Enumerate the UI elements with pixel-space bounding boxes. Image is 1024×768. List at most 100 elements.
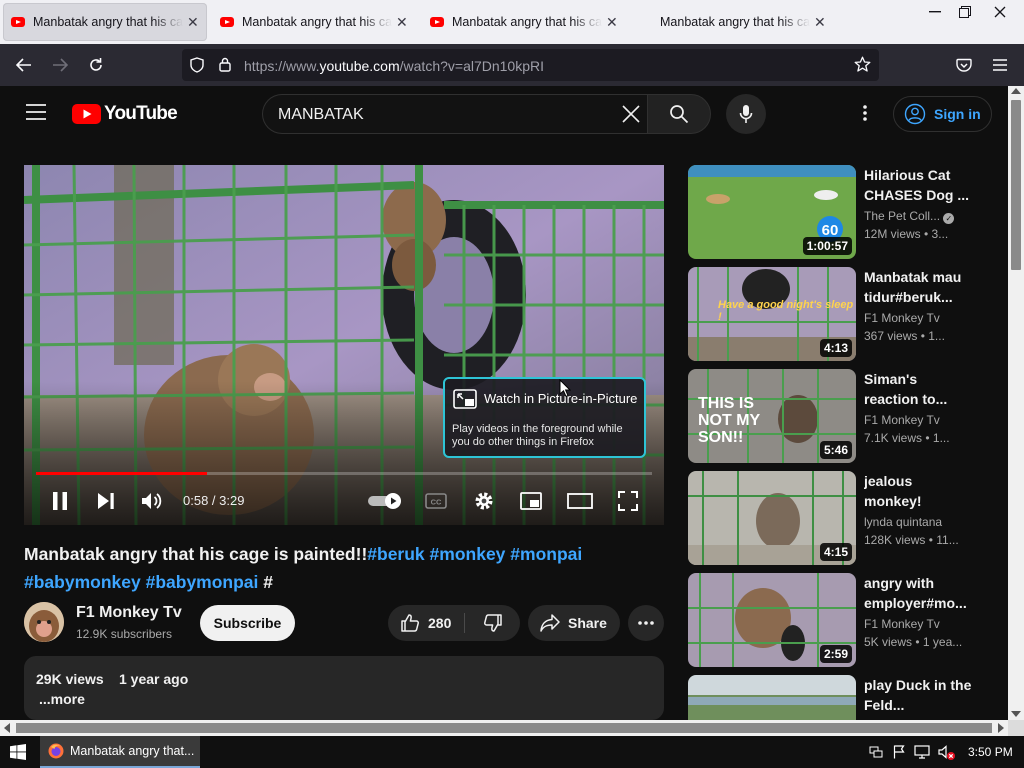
video-thumbnail[interactable]: Have a good night's sleep ! 4:13: [688, 267, 856, 361]
subscribe-button[interactable]: Subscribe: [200, 605, 295, 641]
guide-menu-icon[interactable]: [26, 104, 46, 125]
browser-tab-1[interactable]: Manbatak angry that his cage is painted …: [3, 3, 207, 41]
show-more-link[interactable]: ...more: [39, 691, 85, 707]
lock-icon[interactable]: [219, 57, 231, 77]
minimize-window-icon[interactable]: [918, 0, 952, 24]
video-thumbnail[interactable]: [688, 675, 856, 720]
miniplayer-icon[interactable]: [519, 489, 543, 513]
tab-title: Manbatak angry that his cage is painted: [660, 15, 810, 29]
close-window-icon[interactable]: [983, 0, 1017, 24]
browser-tab-2[interactable]: Manbatak angry that his cage is painted …: [212, 3, 416, 41]
recommended-channel[interactable]: lynda quintana: [864, 515, 964, 529]
action-center-flag-icon[interactable]: [893, 745, 905, 764]
channel-avatar[interactable]: [24, 602, 64, 642]
recommended-title[interactable]: Siman's reaction to...: [864, 369, 972, 409]
settings-more-icon[interactable]: [862, 104, 868, 127]
video-thumbnail[interactable]: THIS IS NOT MY SON!! 5:46: [688, 369, 856, 463]
hashtag-link[interactable]: #monpai: [510, 544, 582, 564]
hashtag-link[interactable]: #monkey: [430, 544, 506, 564]
video-thumbnail[interactable]: 2:59: [688, 573, 856, 667]
reload-icon[interactable]: [82, 52, 110, 78]
video-thumbnail[interactable]: 60 1:00:57: [688, 165, 856, 259]
recommended-channel[interactable]: The Pet Coll... ✓: [864, 209, 964, 224]
recommended-meta: 128K views • 11...: [864, 533, 959, 547]
browser-tab-3[interactable]: Manbatak angry that his cage is painted …: [422, 3, 626, 41]
youtube-logo[interactable]: YouTube: [72, 103, 178, 125]
recommended-video[interactable]: 4:15 jealous monkey! lynda quintana 128K…: [688, 471, 998, 565]
scroll-left-arrow-icon[interactable]: [4, 723, 10, 733]
volume-muted-icon[interactable]: [938, 745, 956, 766]
display-icon[interactable]: [914, 745, 930, 764]
network-icon[interactable]: [869, 745, 883, 764]
captions-icon[interactable]: CC: [424, 491, 448, 511]
close-tab-icon[interactable]: ✕: [814, 14, 826, 31]
browser-tab-4[interactable]: Manbatak angry that his cage is painted …: [652, 3, 842, 41]
volume-icon[interactable]: [140, 489, 164, 513]
search-input[interactable]: [278, 104, 608, 126]
video-progress-bar[interactable]: [36, 472, 652, 475]
horizontal-scroll-thumb[interactable]: [16, 723, 992, 733]
youtube-logo-text: YouTube: [104, 103, 178, 124]
sign-in-button[interactable]: Sign in: [893, 96, 992, 132]
recommended-video[interactable]: play Duck in the Feld...: [688, 675, 998, 720]
recommended-title[interactable]: jealous monkey!: [864, 471, 972, 511]
recommended-channel[interactable]: F1 Monkey Tv: [864, 617, 964, 631]
vertical-scroll-thumb[interactable]: [1011, 100, 1021, 270]
description-box[interactable]: 29K views 1 year ago ...more: [24, 656, 664, 720]
recommended-video[interactable]: 2:59 angry with employer#mo... F1 Monkey…: [688, 573, 998, 667]
like-button[interactable]: 280: [388, 605, 464, 641]
forward-icon[interactable]: [46, 52, 74, 78]
windows-start-icon[interactable]: [10, 744, 26, 765]
more-actions-button[interactable]: [628, 605, 664, 641]
recommended-title[interactable]: Hilarious Cat CHASES Dog ...: [864, 165, 972, 205]
scroll-up-arrow-icon[interactable]: [1011, 88, 1021, 94]
recommended-title[interactable]: Manbatak mau tidur#beruk...: [864, 267, 972, 307]
recommended-video[interactable]: Have a good night's sleep ! 4:13 Manbata…: [688, 267, 998, 361]
hashtag-link[interactable]: #: [263, 572, 273, 592]
next-video-icon[interactable]: [94, 489, 118, 513]
bookmark-star-icon[interactable]: [854, 56, 871, 78]
scrollbar-corner: [1008, 720, 1024, 736]
share-button[interactable]: Share: [528, 605, 620, 641]
search-button[interactable]: [647, 94, 711, 134]
verified-check-icon: ✓: [943, 213, 955, 224]
recommended-channel[interactable]: F1 Monkey Tv: [864, 413, 964, 427]
autoplay-toggle[interactable]: [368, 491, 404, 511]
settings-gear-icon[interactable]: [472, 489, 496, 513]
url-text: https://www.youtube.com/watch?v=al7Dn10k…: [244, 58, 544, 74]
recommended-video[interactable]: 60 1:00:57 Hilarious Cat CHASES Dog ... …: [688, 165, 998, 259]
recommended-video[interactable]: THIS IS NOT MY SON!! 5:46 Siman's reacti…: [688, 369, 998, 463]
hashtag-link[interactable]: #babymonpai: [146, 572, 259, 592]
video-thumbnail[interactable]: 4:15: [688, 471, 856, 565]
recommended-channel[interactable]: F1 Monkey Tv: [864, 311, 964, 325]
recommended-title[interactable]: play Duck in the Feld...: [864, 675, 972, 715]
close-tab-icon[interactable]: ✕: [606, 14, 618, 31]
vertical-scrollbar[interactable]: [1008, 86, 1024, 720]
hashtag-link[interactable]: #babymonkey: [24, 572, 141, 592]
voice-search-button[interactable]: [726, 94, 766, 134]
theater-mode-icon[interactable]: [566, 489, 594, 513]
recommended-title[interactable]: angry with employer#mo...: [864, 573, 972, 613]
video-progress-fill: [36, 472, 207, 475]
channel-name[interactable]: F1 Monkey Tv: [76, 604, 182, 622]
app-menu-icon[interactable]: [986, 52, 1014, 78]
video-player[interactable]: 0:58 / 3:29 CC: [24, 165, 664, 525]
fullscreen-icon[interactable]: [616, 489, 640, 513]
hashtag-link[interactable]: #beruk: [367, 544, 424, 564]
url-prefix: https://www.: [244, 58, 320, 74]
restore-window-icon[interactable]: [948, 0, 982, 24]
close-tab-icon[interactable]: ✕: [187, 14, 199, 31]
clear-search-icon[interactable]: [621, 104, 641, 129]
close-tab-icon[interactable]: ✕: [396, 14, 408, 31]
scroll-down-arrow-icon[interactable]: [1011, 711, 1021, 717]
back-icon[interactable]: [10, 52, 38, 78]
dislike-button[interactable]: [466, 605, 520, 641]
tracking-protection-shield-icon[interactable]: [190, 57, 204, 78]
taskbar-firefox-button[interactable]: Manbatak angry that...: [40, 736, 200, 768]
pocket-icon[interactable]: [950, 52, 978, 78]
scroll-right-arrow-icon[interactable]: [998, 723, 1004, 733]
picture-in-picture-tooltip[interactable]: Watch in Picture-in-Picture Play videos …: [443, 377, 646, 458]
horizontal-scrollbar[interactable]: [0, 720, 1008, 736]
pause-icon[interactable]: [48, 489, 72, 513]
address-bar[interactable]: https://www.youtube.com/watch?v=al7Dn10k…: [182, 49, 879, 81]
